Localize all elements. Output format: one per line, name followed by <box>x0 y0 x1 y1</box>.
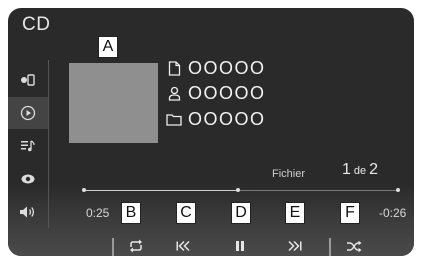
folder-row: OOOOO <box>166 109 266 129</box>
callout-e: E <box>285 202 305 224</box>
track-current: 1 <box>342 161 351 178</box>
folder-icon <box>166 111 182 127</box>
track-counter: 1 de 2 <box>342 161 378 179</box>
previous-button[interactable] <box>165 237 201 255</box>
play-circle-icon <box>20 105 36 121</box>
callout-c: C <box>176 202 196 224</box>
left-divider <box>112 238 114 256</box>
eye-icon <box>21 174 35 184</box>
sidebar-item-source[interactable] <box>8 64 48 96</box>
progress-bar[interactable] <box>82 188 400 192</box>
pause-button[interactable] <box>222 237 258 255</box>
source-title: CD <box>22 14 51 35</box>
artist-row: OOOOO <box>166 83 266 103</box>
track-total: 2 <box>369 161 379 178</box>
callout-d: D <box>231 202 251 224</box>
sidebar-item-volume[interactable] <box>8 196 48 228</box>
progress-fill <box>84 190 238 191</box>
shuffle-icon <box>347 240 362 252</box>
album-art <box>69 63 158 143</box>
file-name: OOOOO <box>188 57 266 78</box>
volume-icon <box>20 206 35 218</box>
callout-b: B <box>121 202 141 224</box>
next-icon <box>288 240 302 252</box>
right-divider <box>329 238 331 256</box>
progress-start-dot <box>82 188 86 192</box>
fichier-label: Fichier <box>272 168 306 180</box>
next-button[interactable] <box>277 237 313 255</box>
elapsed-time: 0:25 <box>86 206 110 220</box>
callout-a: A <box>98 36 118 58</box>
artist-name: OOOOO <box>188 82 266 103</box>
file-icon <box>166 60 182 76</box>
sidebar-item-playlist[interactable] <box>8 130 48 162</box>
callout-f: F <box>340 202 360 224</box>
playlist-music-icon <box>21 140 35 152</box>
person-icon <box>166 85 182 101</box>
file-name-row: OOOOO <box>166 58 266 78</box>
progress-end-dot <box>396 188 400 192</box>
pause-icon <box>236 241 244 251</box>
folder-name: OOOOO <box>188 108 266 129</box>
sidebar-item-view[interactable] <box>8 163 48 195</box>
progress-knob[interactable] <box>235 188 240 192</box>
device-source-icon <box>21 74 35 86</box>
track-of-label: de <box>353 165 367 177</box>
previous-icon <box>176 240 190 252</box>
remaining-time: -0:26 <box>379 206 407 220</box>
sidebar-item-play[interactable] <box>8 97 48 129</box>
sidebar <box>8 60 49 228</box>
repeat-button[interactable] <box>118 237 154 255</box>
shuffle-button[interactable] <box>336 237 372 255</box>
repeat-icon <box>130 239 142 253</box>
